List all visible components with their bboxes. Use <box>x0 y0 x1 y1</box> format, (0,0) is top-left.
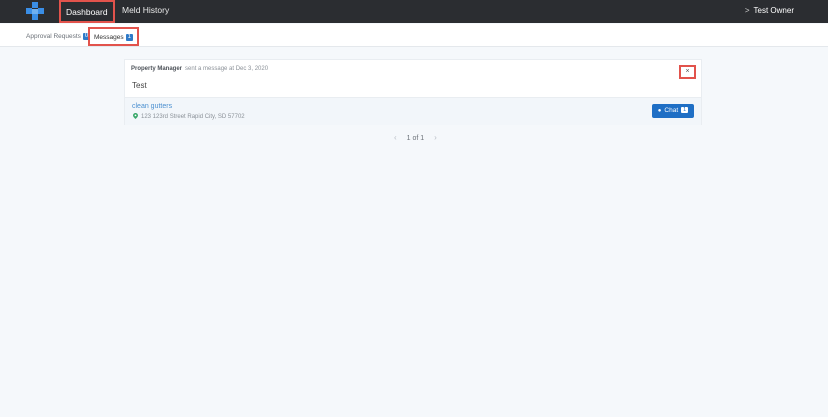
nav-meld-history[interactable]: Meld History <box>122 5 169 15</box>
nav-dashboard[interactable]: Dashboard <box>59 0 115 23</box>
app-logo-icon[interactable] <box>25 2 45 21</box>
chevron-right-icon: > <box>744 6 750 15</box>
message-footer: clean gutters 123 123rd Street Rapid Cit… <box>125 97 701 125</box>
message-card: Property Manager sent a message at Dec 3,… <box>124 59 702 125</box>
message-sender: Property Manager <box>131 66 183 72</box>
location-pin-icon <box>133 113 138 119</box>
next-page-icon[interactable]: › <box>434 133 437 142</box>
close-icon: × <box>685 68 690 75</box>
top-navbar: Dashboard Meld History > Test Owner <box>0 0 828 23</box>
messages-count-badge: 1 <box>125 34 133 41</box>
tab-messages[interactable]: Messages 1 <box>88 27 139 46</box>
message-header: Property Manager sent a message at Dec 3,… <box>131 66 268 72</box>
tab-approval-label: Approval Requests <box>26 33 81 40</box>
user-name: Test Owner <box>753 6 794 15</box>
address-text: 123 123rd Street Rapid City, SD 57702 <box>141 114 245 120</box>
chat-button[interactable]: ● Chat 1 <box>652 104 694 118</box>
pagination: ‹ 1 of 1 › <box>390 133 441 142</box>
prev-page-icon[interactable]: ‹ <box>394 133 397 142</box>
dismiss-message-button[interactable]: × <box>679 65 696 79</box>
meld-address: 123 123rd Street Rapid City, SD 57702 <box>133 113 245 120</box>
meld-link[interactable]: clean gutters <box>132 103 172 110</box>
chat-count-badge: 1 <box>681 107 689 113</box>
chat-label: Chat <box>664 107 679 114</box>
page-indicator: 1 of 1 <box>406 135 425 142</box>
message-body: Test <box>132 81 147 90</box>
tab-messages-label: Messages <box>94 34 124 41</box>
user-menu[interactable]: > Test Owner <box>745 6 794 15</box>
tab-approval-requests[interactable]: Approval Requests 0 <box>26 33 91 40</box>
message-meta: sent a message at Dec 3, 2020 <box>185 66 269 72</box>
sub-navbar: Approval Requests 0 Messages 1 <box>0 24 828 47</box>
chat-bubble-icon: ● <box>657 108 662 114</box>
